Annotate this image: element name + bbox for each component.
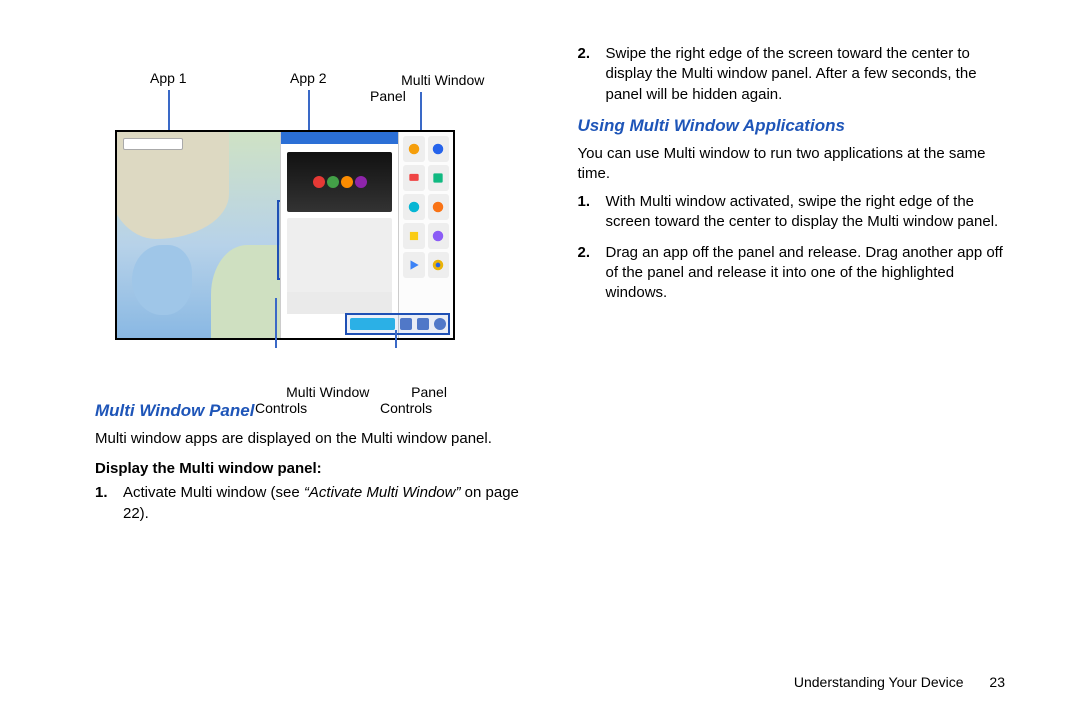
app1-pane	[117, 132, 280, 338]
panel-app-icon	[403, 252, 425, 278]
heading-using-mw-apps: Using Multi Window Applications	[578, 115, 1011, 138]
panel-app-icon	[428, 194, 450, 220]
device-screenshot	[115, 130, 455, 340]
multi-window-panel	[398, 132, 453, 338]
panel-app-icon	[403, 223, 425, 249]
map-search-box	[123, 138, 183, 150]
app2-pane	[280, 132, 398, 338]
right-column: 2. Swipe the right edge of the screen to…	[578, 40, 1011, 534]
right-step-1: 1. With Multi window activated, swipe th…	[606, 192, 1011, 233]
label-mw-panel: Multi Window Panel	[370, 56, 484, 136]
panel-app-icon	[428, 252, 450, 278]
right-step-2: 2. Drag an app off the panel and release…	[606, 243, 1011, 304]
right-top-step-2: 2. Swipe the right edge of the screen to…	[606, 44, 1011, 105]
footer-section: Understanding Your Device	[794, 674, 964, 690]
panel-app-icon	[428, 165, 450, 191]
left-step-1: 1. Activate Multi window (see “Activate …	[123, 483, 528, 524]
left-steps: 1. Activate Multi window (see “Activate …	[95, 483, 528, 524]
right-steps: 1. With Multi window activated, swipe th…	[578, 192, 1011, 303]
right-top-steps: 2. Swipe the right edge of the screen to…	[578, 44, 1011, 105]
using-mw-intro: You can use Multi window to run two appl…	[578, 144, 1011, 185]
subhead-display-panel: Display the Multi window panel:	[95, 459, 528, 479]
label-panel-controls: Panel Controls	[380, 352, 447, 432]
label-mw-controls: Multi Window Controls	[255, 352, 369, 432]
page-footer: Understanding Your Device 23	[794, 673, 1005, 692]
label-app2: App 2	[290, 70, 327, 86]
cross-reference: “Activate Multi Window”	[304, 484, 461, 501]
panel-app-icon	[428, 223, 450, 249]
panel-app-icon	[428, 136, 450, 162]
panel-app-icon	[403, 165, 425, 191]
panel-app-icon	[403, 194, 425, 220]
panel-controls-highlight	[345, 313, 450, 335]
left-column: App 1 App 2 Multi Window Panel	[95, 40, 528, 534]
multi-window-diagram: App 1 App 2 Multi Window Panel	[95, 40, 455, 390]
label-app1: App 1	[150, 70, 187, 86]
footer-page-number: 23	[989, 674, 1005, 690]
panel-app-icon	[403, 136, 425, 162]
